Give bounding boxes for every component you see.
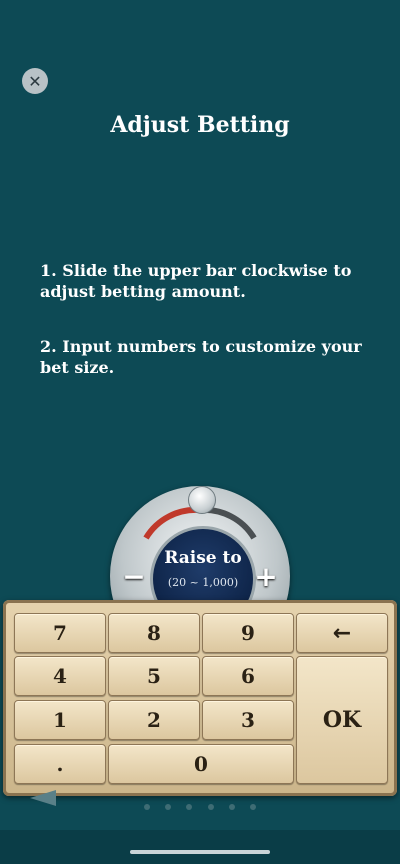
page-dot[interactable] (186, 804, 193, 810)
ok-button[interactable]: OK (296, 656, 388, 784)
backspace-key[interactable]: ← (296, 613, 388, 653)
raise-label: Raise to (164, 548, 242, 568)
page-title: Adjust Betting (110, 112, 290, 138)
key-4[interactable]: 4 (14, 656, 106, 696)
instruction-slide: 1. Slide the upper bar clockwise to adju… (40, 261, 352, 301)
key-3[interactable]: 3 (202, 700, 294, 740)
close-button[interactable]: ✕ (22, 68, 48, 94)
dial-slider-knob[interactable] (188, 486, 216, 514)
bottom-bar (0, 830, 400, 864)
page-dot[interactable] (249, 804, 256, 810)
raise-range: (20 ~ 1,000) (167, 576, 239, 589)
page-dot[interactable] (207, 804, 214, 810)
decrease-bet-button[interactable]: − (114, 556, 154, 596)
key-5[interactable]: 5 (108, 656, 200, 696)
key-9[interactable]: 9 (202, 613, 294, 653)
page-dot[interactable] (228, 804, 235, 810)
key-6[interactable]: 6 (202, 656, 294, 696)
key-1[interactable]: 1 (14, 700, 106, 740)
page-dot[interactable] (144, 804, 151, 810)
key-8[interactable]: 8 (108, 613, 200, 653)
close-icon: ✕ (28, 71, 42, 91)
key-decimal[interactable]: . (14, 744, 106, 784)
home-indicator[interactable] (130, 850, 270, 854)
key-0[interactable]: 0 (108, 744, 294, 784)
key-2[interactable]: 2 (108, 700, 200, 740)
backspace-icon: ← (332, 620, 352, 646)
numeric-keypad: 7 8 9 ← 4 5 6 OK 1 2 3 . 0 (3, 600, 397, 796)
page-indicator (0, 795, 400, 810)
instruction-input: 2. Input numbers to customize your bet s… (40, 337, 362, 377)
key-7[interactable]: 7 (14, 613, 106, 653)
page-dot[interactable] (165, 804, 172, 810)
